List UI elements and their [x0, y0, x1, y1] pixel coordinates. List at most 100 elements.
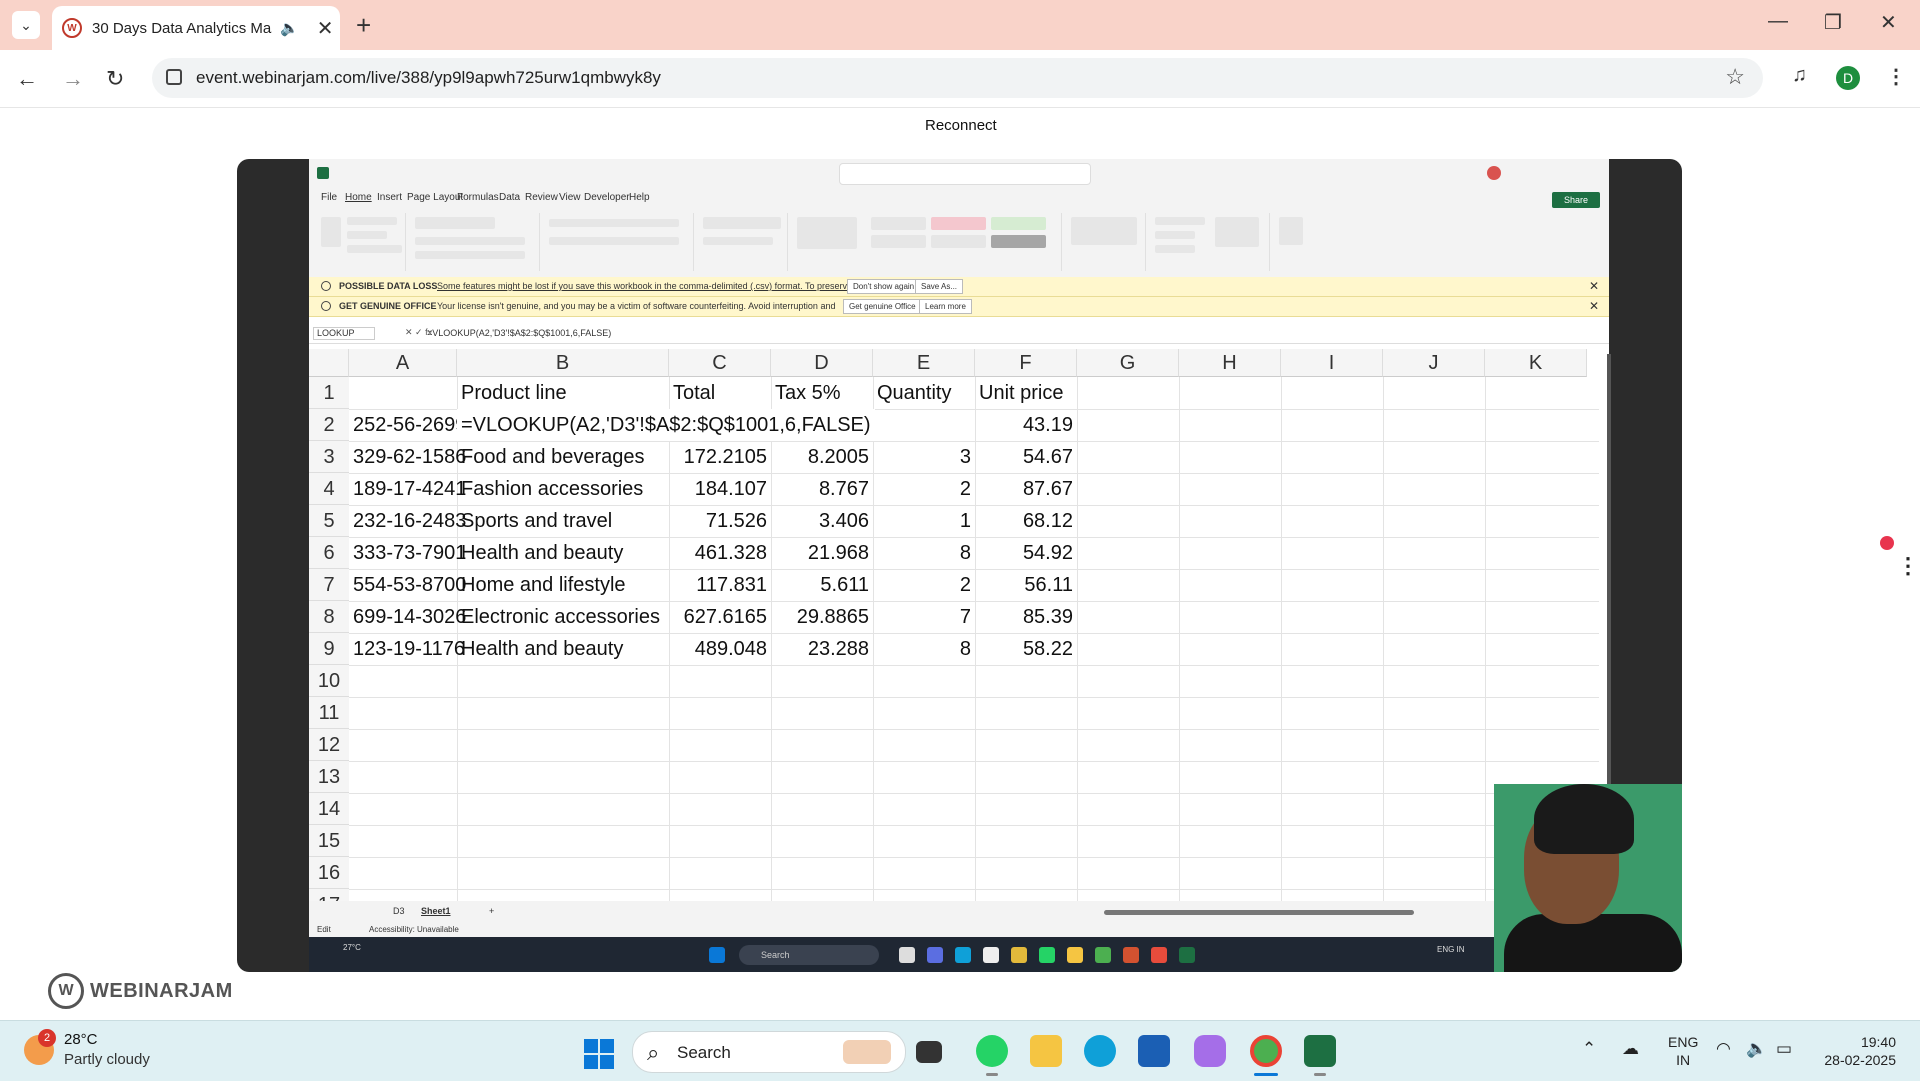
row-header: 17 — [309, 889, 349, 901]
browser-menu-icon[interactable]: ⋮ — [1886, 64, 1906, 89]
chrome-icon[interactable] — [1250, 1035, 1282, 1067]
row-header: 1 — [309, 377, 349, 409]
vertical-scrollbar — [1607, 354, 1611, 784]
weather-temp[interactable]: 28°C — [64, 1031, 98, 1048]
show-hidden-icons[interactable]: ⌃ — [1582, 1039, 1596, 1059]
ribbon-addins-group — [1273, 213, 1313, 271]
row-header: 12 — [309, 729, 349, 761]
presenter-webcam — [1494, 784, 1682, 972]
name-box: LOOKUP — [313, 327, 375, 340]
system-clock[interactable]: 19:40 28-02-2025 — [1818, 1033, 1896, 1069]
row-header: 3 — [309, 441, 349, 473]
horizontal-scrollbar — [1104, 910, 1414, 915]
get-genuine-office-button: Get genuine Office — [843, 299, 922, 314]
save-as-button: Save As... — [915, 279, 964, 294]
bookmark-star-icon[interactable]: ☆ — [1725, 64, 1745, 90]
search-highlight-image — [843, 1040, 891, 1064]
media-control-icon[interactable]: ♫ — [1792, 64, 1807, 87]
speaker-icon[interactable]: 🔈 — [280, 19, 299, 37]
cell-a2: 252-56-2699 — [353, 414, 467, 436]
more-options-icon[interactable]: ⋮ — [1897, 553, 1919, 579]
cell-c: 461.328 — [694, 542, 767, 564]
cell-d: 3.406 — [818, 510, 869, 532]
status-mode: Edit — [317, 925, 331, 934]
notice-close-icon: ✕ — [1589, 299, 1600, 313]
column-header: B — [457, 349, 669, 377]
column-header: H — [1179, 349, 1281, 377]
menu-page-layout: Page Layout — [407, 192, 464, 203]
ribbon-clipboard-group — [315, 213, 406, 271]
row-header: 8 — [309, 601, 349, 633]
learn-more-button: Learn more — [919, 299, 972, 314]
volume-icon[interactable]: 🔈 — [1746, 1039, 1767, 1059]
cell-f1: Unit price — [979, 382, 1064, 404]
new-tab-icon[interactable]: + — [356, 10, 371, 41]
store-icon[interactable] — [1138, 1035, 1170, 1067]
info-icon — [321, 281, 331, 291]
tab-search-dropdown-icon[interactable]: ⌄ — [12, 11, 40, 39]
row-header: 9 — [309, 633, 349, 665]
restore-icon[interactable]: ❐ — [1824, 10, 1842, 35]
excel-search-box — [839, 163, 1091, 185]
cell-a: 554-53-8700 — [353, 574, 467, 596]
cell-a: 333-73-7901 — [353, 542, 467, 564]
cell-c: 184.107 — [694, 478, 767, 500]
copilot-icon[interactable] — [1194, 1035, 1226, 1067]
cell-e: 8 — [959, 638, 971, 660]
cell-f: 85.39 — [1022, 606, 1073, 628]
excel-status-bar: Edit Accessibility: Unavailable — [309, 923, 1609, 937]
excel-menu-bar: File Home Insert Page Layout Formulas Da… — [309, 187, 1609, 209]
weather-condition[interactable]: Partly cloudy — [64, 1051, 150, 1068]
minimize-icon[interactable]: — — [1768, 10, 1788, 33]
tab-close-icon[interactable]: ✕ — [317, 16, 334, 41]
address-bar[interactable]: event.webinarjam.com/live/388/yp9l9apwh7… — [152, 58, 1763, 98]
row-header: 2 — [309, 409, 349, 441]
forward-icon[interactable]: → — [62, 66, 84, 92]
menu-help: Help — [629, 192, 650, 203]
notice-message: Some features might be lost if you save … — [437, 281, 917, 291]
window-close-icon[interactable]: ✕ — [1880, 10, 1897, 35]
ribbon-number-group — [697, 213, 788, 271]
row-header: 10 — [309, 665, 349, 697]
column-header: I — [1281, 349, 1383, 377]
cell-c: 71.526 — [705, 510, 767, 532]
menu-home: Home — [345, 192, 372, 203]
site-info-icon[interactable] — [166, 69, 182, 85]
ribbon-alignment-group — [543, 213, 694, 271]
excel-icon[interactable] — [1304, 1035, 1336, 1067]
onedrive-icon[interactable]: ☁ — [1622, 1039, 1639, 1059]
reload-icon[interactable]: ↻ — [106, 66, 124, 92]
whatsapp-icon[interactable] — [976, 1035, 1008, 1067]
language-indicator[interactable]: ENG IN — [1668, 1033, 1698, 1069]
profile-avatar[interactable]: D — [1836, 66, 1860, 90]
browser-tab[interactable]: W 30 Days Data Analytics Mas 🔈 ✕ — [52, 6, 340, 50]
cell-d: 8.767 — [818, 478, 869, 500]
cell-b: Health and beauty — [461, 542, 624, 564]
inner-app-icon — [899, 947, 915, 963]
cell-a: 189-17-4241 — [353, 478, 467, 500]
file-explorer-icon[interactable] — [1030, 1035, 1062, 1067]
cell-a: 699-14-3026 — [353, 606, 467, 628]
cell-b: Food and beverages — [461, 446, 645, 468]
windows-taskbar: 2 28°C Partly cloudy ⌕ Search ⌃ ☁ ENG IN… — [0, 1020, 1920, 1081]
taskbar-search[interactable]: ⌕ Search — [632, 1031, 906, 1073]
cell-f: 56.11 — [1024, 574, 1073, 596]
sheet-tab-sheet1: Sheet1 — [421, 906, 451, 916]
start-button[interactable] — [584, 1039, 614, 1069]
inner-app-icon — [1067, 947, 1083, 963]
browser-tab-strip: ⌄ W 30 Days Data Analytics Mas 🔈 ✕ + — ❐… — [0, 0, 1920, 50]
wifi-icon[interactable]: ◠ — [1716, 1039, 1731, 1059]
row-header: 5 — [309, 505, 349, 537]
task-view-icon[interactable] — [916, 1041, 942, 1063]
menu-file: File — [321, 192, 338, 203]
ribbon-cells-group — [1065, 213, 1146, 271]
edge-icon[interactable] — [1084, 1035, 1116, 1067]
row-header: 7 — [309, 569, 349, 601]
cell-f: 54.92 — [1022, 542, 1073, 564]
cell-e: 7 — [959, 606, 971, 628]
reconnect-link[interactable]: Reconnect — [925, 117, 997, 134]
back-icon[interactable]: ← — [16, 66, 38, 92]
battery-icon[interactable]: ▭ — [1776, 1039, 1792, 1059]
menu-developer: Developer — [584, 192, 630, 203]
cell-e1: Quantity — [877, 382, 952, 404]
